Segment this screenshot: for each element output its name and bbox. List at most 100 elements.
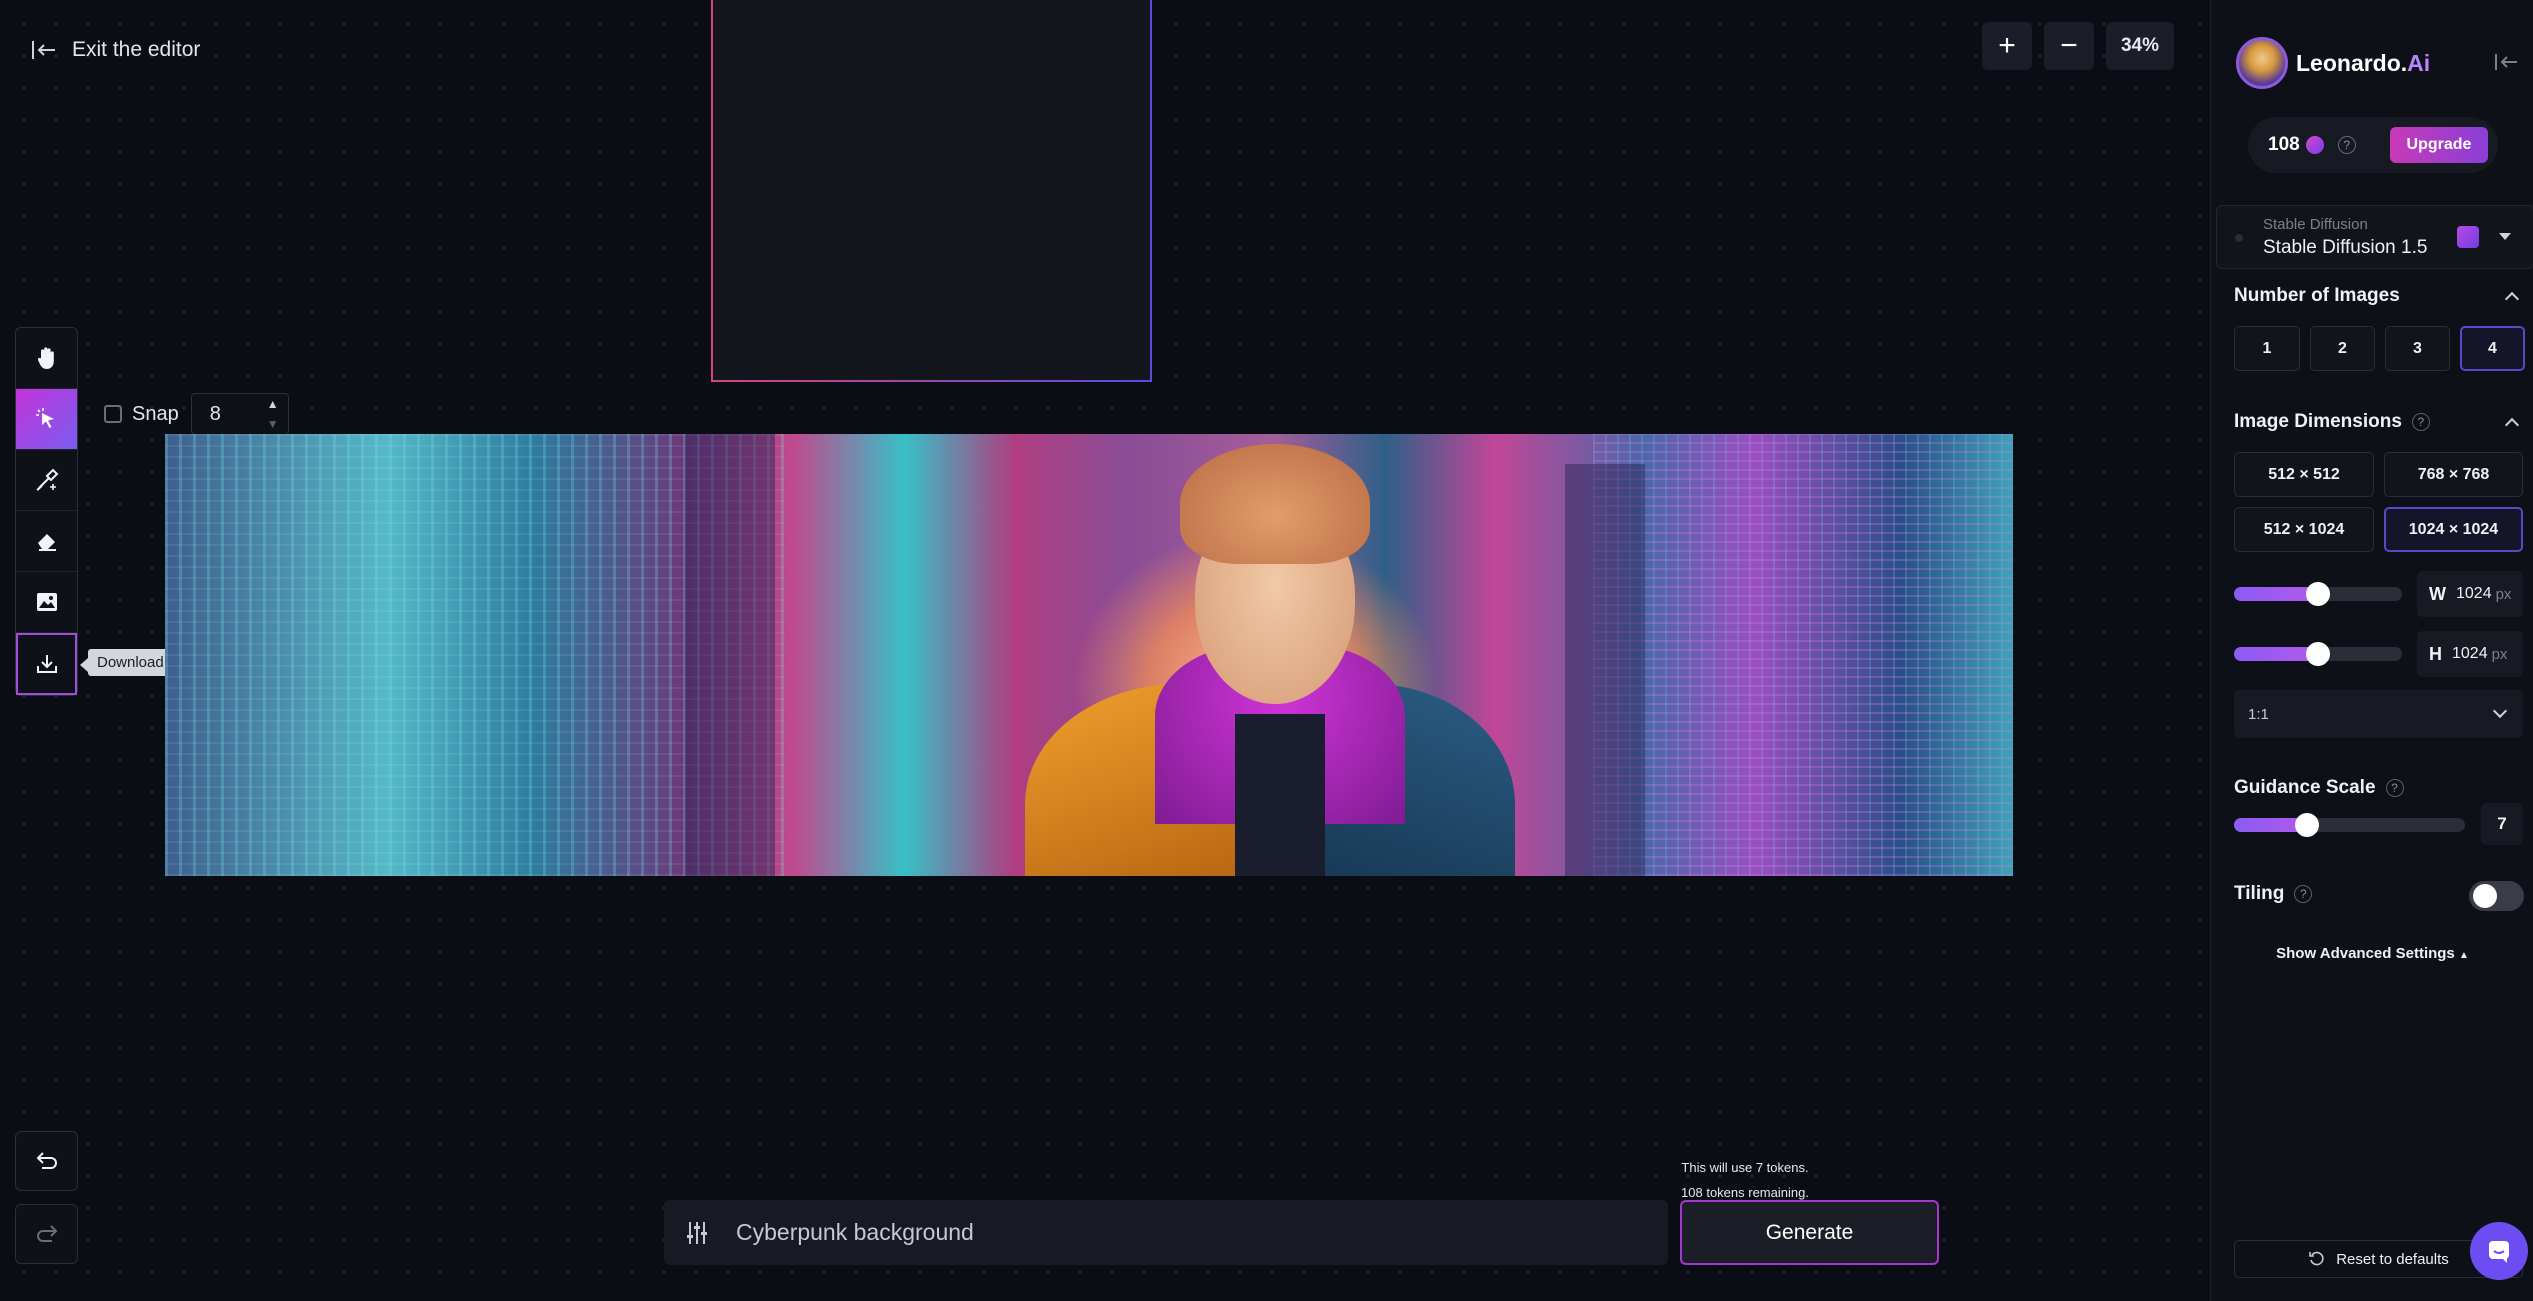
token-balance: 108 ? Upgrade <box>2248 117 2498 173</box>
aspect-ratio-select[interactable]: 1:1 <box>2234 690 2523 738</box>
help-icon[interactable]: ? <box>2337 136 2356 154</box>
brand: Leonardo.Ai <box>2236 37 2430 89</box>
zoom-in-button[interactable]: + <box>1982 22 2032 70</box>
plus-icon: + <box>1998 29 2016 62</box>
artwork-shirt <box>1235 714 1325 876</box>
aspect-ratio-value: 1:1 <box>2248 705 2269 723</box>
num-images-4-button[interactable]: 4 <box>2460 326 2525 371</box>
height-field[interactable]: H 1024 px <box>2417 631 2523 677</box>
dimension-768x768-button[interactable]: 768 × 768 <box>2384 452 2523 497</box>
snap-stepper[interactable]: ▲ ▼ <box>258 394 288 434</box>
height-value: 1024 <box>2452 645 2488 662</box>
snap-size-input[interactable]: 8 ▲ ▼ <box>190 393 289 435</box>
tiling-title: Tiling? <box>2234 883 2313 905</box>
artwork-character <box>1005 434 1525 876</box>
exit-editor-button[interactable]: Exit the editor <box>30 38 200 62</box>
chat-support-button[interactable] <box>2470 1222 2528 1280</box>
snap-checkbox[interactable] <box>104 405 122 423</box>
height-slider-knob[interactable] <box>2306 642 2330 666</box>
redo-button[interactable] <box>15 1204 78 1264</box>
chevron-down-icon <box>2492 703 2508 719</box>
image-upload-tool-button[interactable] <box>16 572 77 633</box>
guidance-scale-slider[interactable] <box>2234 813 2465 837</box>
avatar[interactable] <box>2236 37 2288 89</box>
artwork-building <box>685 434 775 876</box>
zoom-out-button[interactable]: − <box>2044 22 2094 70</box>
width-slider[interactable] <box>2234 582 2402 606</box>
canvas-artwork-image[interactable] <box>165 434 2013 876</box>
num-images-1-button[interactable]: 1 <box>2234 326 2300 371</box>
download-artwork-button[interactable]: Download Artwork <box>16 633 227 695</box>
generation-frame[interactable] <box>711 0 1152 382</box>
chat-icon <box>2489 1241 2509 1263</box>
brand-logo-text: Leonardo.Ai <box>2296 49 2431 76</box>
token-cost-info: This will use 7 tokens. 108 tokens remai… <box>1640 1155 1850 1205</box>
caret-up-icon: ▲ <box>2458 950 2469 961</box>
chevron-up-icon[interactable] <box>2504 291 2520 307</box>
height-label: H <box>2429 643 2442 664</box>
select-tool-button[interactable] <box>16 389 77 450</box>
generate-button[interactable]: Generate <box>1680 1200 1939 1265</box>
width-unit: px <box>2495 585 2512 603</box>
eraser-icon <box>37 534 56 551</box>
guidance-scale-value[interactable]: 7 <box>2481 803 2523 845</box>
artwork-building <box>1565 464 1645 876</box>
zoom-level[interactable]: 34% <box>2106 22 2174 70</box>
dimension-options-row-1: 512 × 512 768 × 768 <box>2234 452 2523 497</box>
image-upload-icon <box>36 593 57 611</box>
height-slider[interactable] <box>2234 642 2402 666</box>
model-name: Stable Diffusion 1.5 <box>2263 237 2428 258</box>
canvas-toolbar: Download Artwork <box>15 327 227 696</box>
undo-button[interactable] <box>15 1131 78 1191</box>
chevron-up-icon[interactable] <box>2504 417 2520 433</box>
collapse-panel-icon[interactable] <box>2493 52 2519 72</box>
help-icon[interactable]: ? <box>2385 779 2404 797</box>
image-dimensions-title[interactable]: Image Dimensions? <box>2234 411 2430 433</box>
dimension-512x1024-button[interactable]: 512 × 1024 <box>2234 507 2374 552</box>
help-icon[interactable]: ? <box>2411 413 2430 431</box>
reset-label: Reset to defaults <box>2336 1250 2449 1268</box>
prompt-input[interactable]: Cyberpunk background <box>730 1200 1668 1265</box>
exit-editor-label: Exit the editor <box>72 38 201 61</box>
tiling-toggle[interactable] <box>2469 881 2524 911</box>
stepper-up-icon[interactable]: ▲ <box>267 397 279 411</box>
snap-control: Snap 8 ▲ ▼ <box>104 393 289 435</box>
num-images-2-button[interactable]: 2 <box>2310 326 2375 371</box>
tiling-toggle-knob <box>2473 884 2497 908</box>
minus-icon: − <box>2060 29 2078 62</box>
model-badge-icon <box>2457 226 2479 248</box>
model-selector[interactable]: Stable Diffusion Stable Diffusion 1.5 <box>2216 205 2533 269</box>
editor-canvas[interactable]: Exit the editor + − 34% Download Artwork… <box>0 0 2210 1301</box>
token-cost-line: This will use 7 tokens. <box>1681 1160 1809 1175</box>
dimension-512x512-button[interactable]: 512 × 512 <box>2234 452 2374 497</box>
download-icon <box>36 655 57 673</box>
hand-icon <box>37 347 54 369</box>
width-label: W <box>2429 583 2446 604</box>
num-images-3-button[interactable]: 3 <box>2385 326 2450 371</box>
reset-icon <box>2309 1251 2324 1266</box>
inpaint-brush-tool-button[interactable] <box>16 450 77 511</box>
show-advanced-settings-button[interactable]: Show Advanced Settings ▲ <box>2211 945 2533 962</box>
number-of-images-title[interactable]: Number of Images <box>2234 285 2400 307</box>
guidance-slider-knob[interactable] <box>2295 813 2319 837</box>
width-value: 1024 <box>2456 585 2492 602</box>
token-count: 108 <box>2268 134 2300 155</box>
select-icon <box>35 408 54 428</box>
dimension-options-row-2: 512 × 1024 1024 × 1024 <box>2234 507 2523 552</box>
eraser-tool-button[interactable] <box>16 511 77 572</box>
prompt-settings-button[interactable] <box>664 1200 730 1265</box>
prompt-bar: Cyberpunk background Generate <box>664 1200 2074 1265</box>
snap-label: Snap <box>132 402 179 425</box>
artwork-right-city <box>1593 434 2013 876</box>
sliders-icon <box>687 1221 707 1244</box>
stepper-down-icon[interactable]: ▼ <box>267 417 279 431</box>
pan-tool-button[interactable] <box>16 328 77 389</box>
dimension-1024x1024-button[interactable]: 1024 × 1024 <box>2384 507 2523 552</box>
undo-icon <box>36 1152 57 1169</box>
help-icon[interactable]: ? <box>2294 885 2313 903</box>
exit-arrow-icon <box>32 41 55 59</box>
width-slider-knob[interactable] <box>2306 582 2330 606</box>
width-field[interactable]: W 1024 px <box>2417 571 2523 617</box>
upgrade-button[interactable]: Upgrade <box>2390 127 2488 163</box>
model-status-icon <box>2235 234 2243 242</box>
